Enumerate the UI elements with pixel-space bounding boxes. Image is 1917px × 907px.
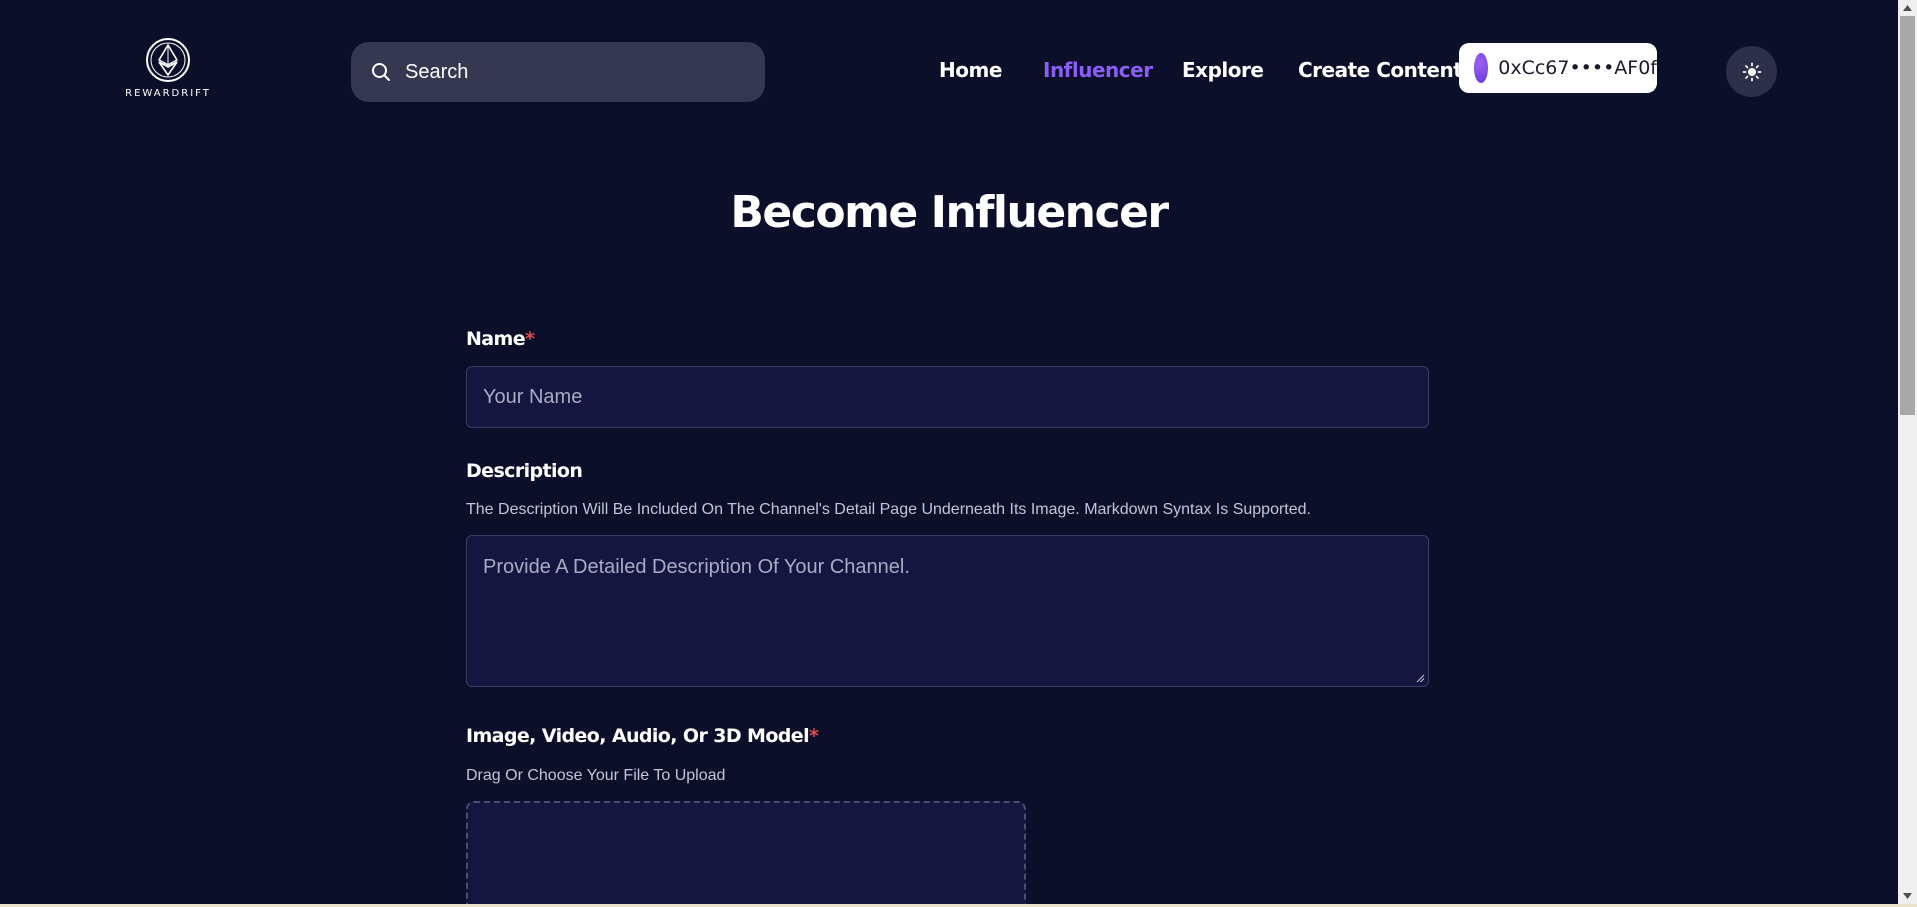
file-upload-dropzone[interactable] bbox=[466, 801, 1026, 904]
media-label-text: Image, Video, Audio, Or 3D Model bbox=[466, 725, 810, 747]
name-label-text: Name bbox=[466, 328, 526, 350]
nav-influencer[interactable]: Influencer bbox=[1043, 58, 1153, 82]
nav-explore[interactable]: Explore bbox=[1182, 58, 1264, 82]
scrollbar-thumb[interactable] bbox=[1900, 16, 1915, 415]
required-mark: * bbox=[809, 725, 819, 747]
scroll-down-arrow-icon[interactable] bbox=[1898, 888, 1917, 904]
nav-create-content[interactable]: Create Content bbox=[1298, 58, 1463, 82]
search-input[interactable] bbox=[403, 59, 747, 85]
media-label: Image, Video, Audio, Or 3D Model* bbox=[466, 725, 819, 747]
wallet-button[interactable]: 0xCc67••••AF0f bbox=[1459, 43, 1657, 93]
wallet-address: 0xCc67••••AF0f bbox=[1498, 57, 1657, 79]
required-mark: * bbox=[525, 328, 535, 350]
scroll-up-arrow-icon[interactable] bbox=[1898, 0, 1917, 16]
sun-icon bbox=[1742, 62, 1761, 81]
wallet-avatar bbox=[1474, 53, 1489, 83]
nav-home[interactable]: Home bbox=[939, 58, 1002, 82]
vertical-scrollbar[interactable] bbox=[1898, 0, 1917, 904]
ethereum-logo-icon bbox=[146, 38, 190, 82]
page-title: Become Influencer bbox=[730, 187, 1169, 238]
theme-toggle-button[interactable] bbox=[1726, 46, 1777, 97]
page: REWARDRIFT Home Influencer Explore Creat… bbox=[0, 0, 1898, 904]
description-field[interactable] bbox=[466, 535, 1429, 687]
description-label: Description bbox=[466, 460, 583, 482]
search-icon bbox=[372, 63, 390, 81]
app-logo[interactable]: REWARDRIFT bbox=[125, 36, 209, 106]
name-label: Name* bbox=[466, 328, 535, 350]
logo-text: REWARDRIFT bbox=[125, 88, 211, 99]
description-helper-text: The Description Will Be Included On The … bbox=[466, 501, 1311, 518]
resize-handle-icon[interactable] bbox=[1416, 674, 1425, 683]
media-helper-text: Drag Or Choose Your File To Upload bbox=[466, 767, 726, 784]
search-bar[interactable] bbox=[351, 42, 765, 102]
name-field[interactable] bbox=[466, 366, 1429, 428]
